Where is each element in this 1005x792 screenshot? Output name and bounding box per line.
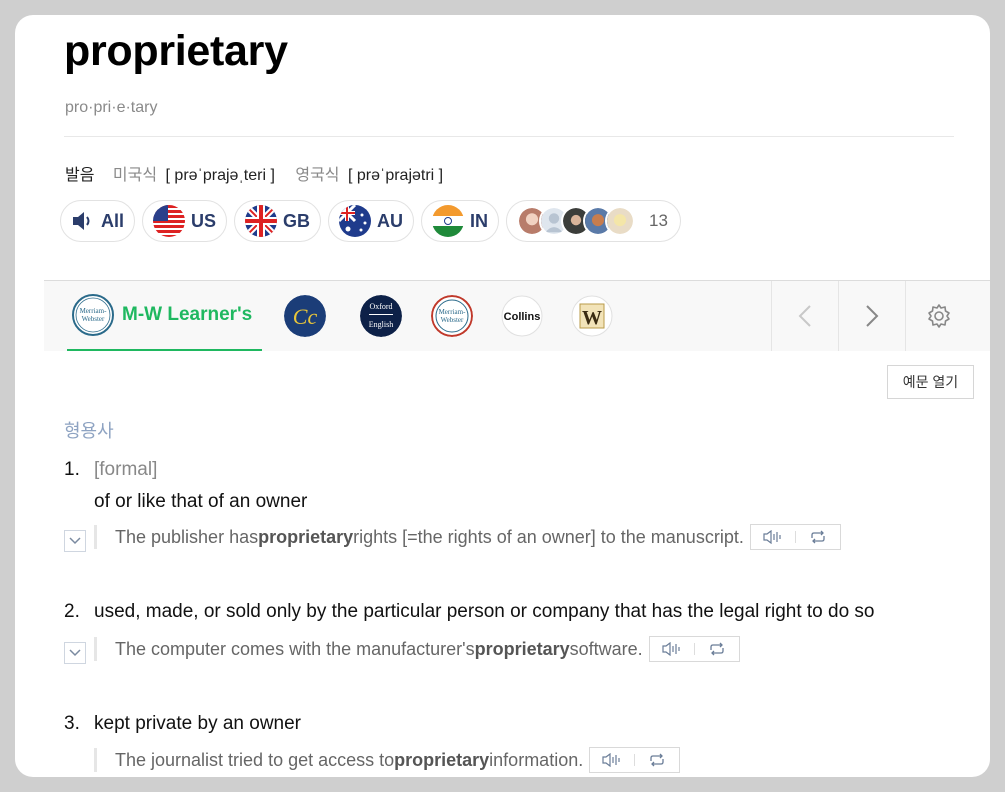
example-text: rights [=the rights of an owner] to the … <box>353 526 744 547</box>
sense-number: 1. <box>64 459 80 480</box>
sense-number: 2. <box>64 601 80 622</box>
example-sentence: The computer comes with the manufacturer… <box>94 636 740 662</box>
divider <box>64 136 954 137</box>
us-label: US <box>191 210 217 231</box>
in-label: IN <box>470 210 489 231</box>
uk-label: 영국식 <box>295 167 340 184</box>
expand-example-button[interactable] <box>64 530 86 552</box>
collins-cobuild-icon[interactable]: Cc <box>284 295 326 337</box>
us-label: 미국식 <box>112 167 158 184</box>
sense-number: 3. <box>64 713 80 734</box>
wordnik-icon[interactable]: W <box>571 295 613 337</box>
example-keyword: proprietary <box>394 749 490 770</box>
collins-icon[interactable]: Collins <box>501 295 543 337</box>
play-all-label: All <box>101 210 125 231</box>
user-recordings-button[interactable]: 13 <box>506 200 681 242</box>
tab-mw-learners-label: M-W Learner's <box>122 304 253 325</box>
in-flag-icon <box>432 205 465 237</box>
user-avatars <box>517 206 636 236</box>
example-text: The publisher has <box>115 526 259 547</box>
chevron-down-icon <box>69 537 81 545</box>
play-example-button[interactable] <box>751 525 795 549</box>
collins-logo-text: Collins <box>504 311 541 323</box>
play-in-button[interactable]: IN <box>421 200 500 242</box>
speaker-wave-icon <box>662 642 680 656</box>
speaker-wave-icon <box>602 753 620 767</box>
example-keyword: proprietary <box>474 638 570 659</box>
gear-icon <box>928 304 950 328</box>
svg-text:English: English <box>369 320 393 329</box>
chevron-down-icon <box>69 649 81 657</box>
sense-definition: used, made, or sold only by the particul… <box>94 601 875 622</box>
play-example-button[interactable] <box>590 748 634 772</box>
example-audio-controls <box>589 747 681 773</box>
au-label: AU <box>377 210 404 231</box>
mw-learners-logo-line2: Webster <box>82 315 105 323</box>
syllabification: pro·pri·e·tary <box>65 99 158 116</box>
play-example-button[interactable] <box>650 637 694 661</box>
au-flag-icon <box>339 205 372 237</box>
audio-buttons: All US GB AU IN 13 <box>60 200 681 242</box>
svg-text:Webster: Webster <box>441 316 464 324</box>
user-count: 13 <box>649 211 668 230</box>
example-text: information. <box>489 749 584 770</box>
repeat-icon <box>650 753 664 767</box>
sense-grammar: [formal] <box>94 459 158 480</box>
example-sentence: The publisher has proprietary rights [=t… <box>94 524 841 550</box>
example-text: The computer comes with the manufacturer… <box>115 638 475 659</box>
merriam-webster-icon[interactable]: Merriam- Webster <box>431 295 473 337</box>
wordnik-logo-text: W <box>582 307 602 329</box>
pronunciation-label: 발음 <box>65 167 95 184</box>
play-all-button[interactable]: All <box>60 200 136 242</box>
mw-learners-logo-line1: Merriam- <box>80 307 107 315</box>
headword: proprietary <box>64 27 288 75</box>
svg-text:Cc: Cc <box>293 304 318 329</box>
sense-definition: of or like that of an owner <box>94 491 308 512</box>
repeat-example-button[interactable] <box>635 748 679 772</box>
us-flag-icon <box>153 205 186 237</box>
example-text: software. <box>569 638 643 659</box>
svg-text:Merriam-: Merriam- <box>439 308 466 316</box>
pronunciation-row: 발음 미국식 [ prəˈprajəˌteri ] 영국식 [ prəˈpraj… <box>65 161 459 185</box>
chevron-right-icon <box>866 305 879 327</box>
repeat-icon <box>710 642 724 656</box>
example-keyword: proprietary <box>258 526 354 547</box>
part-of-speech: 형용사 <box>64 421 114 441</box>
merriam-webster-learners-icon: Merriam- Webster <box>72 294 114 336</box>
dictionary-card: proprietary pro·pri·e·tary 발음 미국식 [ prəˈ… <box>15 15 990 777</box>
next-dictionary-button[interactable] <box>838 281 905 351</box>
oxford-logo-text: Oxford <box>369 302 392 311</box>
repeat-example-button[interactable] <box>796 525 840 549</box>
avatar <box>605 206 636 236</box>
expand-example-button[interactable] <box>64 642 86 664</box>
play-gb-button[interactable]: GB <box>234 200 322 242</box>
example-audio-controls <box>749 524 841 550</box>
prev-dictionary-button[interactable] <box>771 281 838 351</box>
example-text: The journalist tried to get access to <box>115 749 395 770</box>
repeat-icon <box>811 530 825 544</box>
chevron-left-icon <box>798 305 811 327</box>
example-sentence: The journalist tried to get access to pr… <box>94 747 681 773</box>
speaker-wave-icon <box>763 530 781 544</box>
uk-ipa: [ prəˈprajətri ] <box>347 167 444 184</box>
gb-label: GB <box>283 210 311 231</box>
oxford-english-icon[interactable]: Oxford English <box>360 295 402 337</box>
repeat-example-button[interactable] <box>695 637 739 661</box>
play-au-button[interactable]: AU <box>328 200 415 242</box>
tab-mw-learners[interactable]: Merriam- Webster M-W Learner's <box>67 281 262 351</box>
settings-button[interactable] <box>905 281 972 351</box>
sense-definition: kept private by an owner <box>94 713 302 734</box>
dictionary-tabbar: Merriam- Webster M-W Learner's Cc Oxford… <box>44 280 990 351</box>
speaker-icon <box>73 212 90 230</box>
gb-flag-icon <box>245 205 278 237</box>
play-us-button[interactable]: US <box>142 200 228 242</box>
example-audio-controls <box>648 636 740 662</box>
toggle-examples-button[interactable]: 예문 열기 <box>887 365 974 399</box>
us-ipa: [ prəˈprajəˌteri ] <box>165 167 275 184</box>
